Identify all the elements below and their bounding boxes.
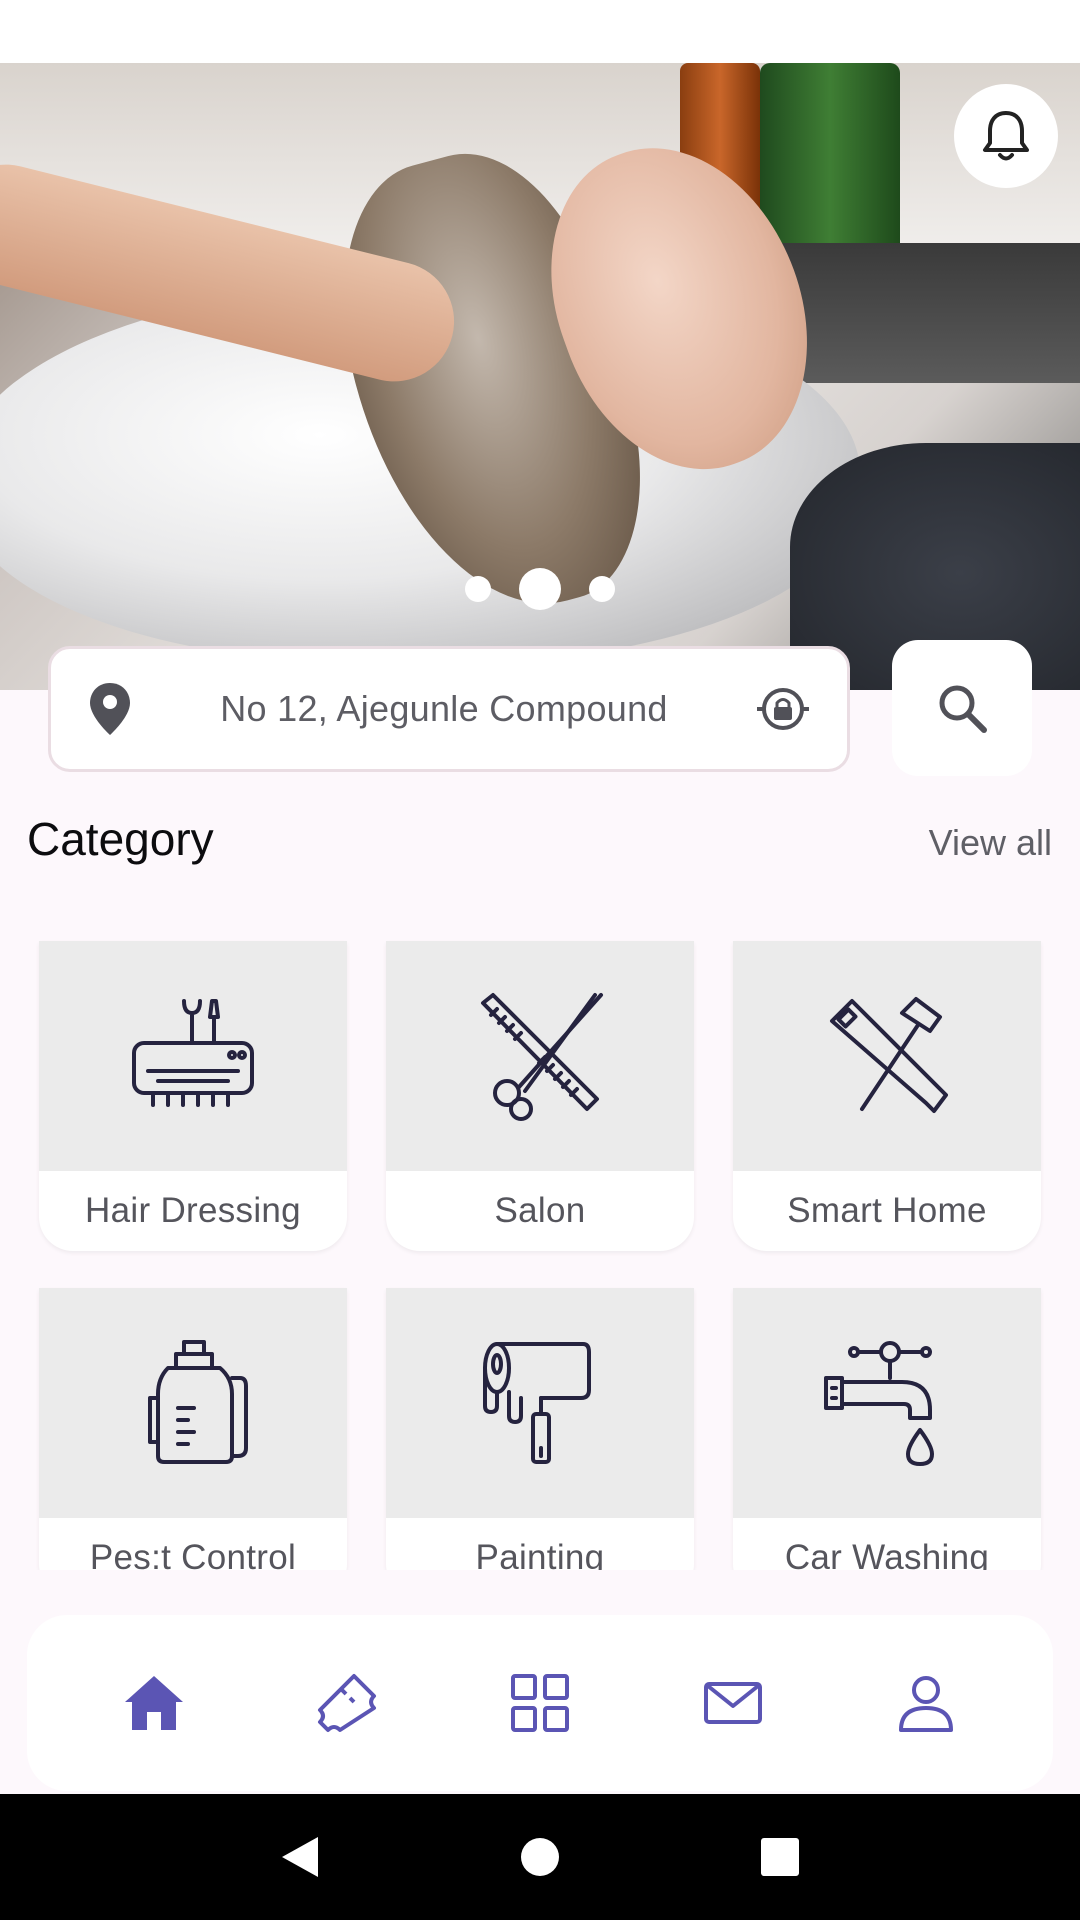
category-card-smart-home[interactable]: Smart Home xyxy=(733,941,1041,1251)
category-grid: Hair Dressing Salon Smart Home Pes:t Con… xyxy=(0,920,1080,1570)
back-button[interactable] xyxy=(260,1817,340,1897)
category-card-car-washing[interactable]: Car Washing xyxy=(733,1288,1041,1570)
category-label: Hair Dressing xyxy=(85,1191,301,1230)
location-pin-icon xyxy=(90,683,130,735)
ticket-icon xyxy=(317,1674,376,1732)
category-card-hair-dressing[interactable]: Hair Dressing xyxy=(39,941,347,1251)
location-address: No 12, Ajegunle Compound xyxy=(220,688,668,729)
carousel-indicator xyxy=(0,566,1080,612)
mail-icon xyxy=(704,1682,763,1724)
location-field[interactable]: No 12, Ajegunle Compound xyxy=(48,646,850,772)
bell-icon xyxy=(983,111,1029,161)
category-card-painting[interactable]: Painting xyxy=(386,1288,694,1570)
carousel-dot[interactable] xyxy=(465,576,491,602)
view-all-link[interactable]: View all xyxy=(929,822,1052,864)
sprayer-tank-icon xyxy=(148,1340,248,1464)
category-label: Car Washing xyxy=(784,1538,990,1570)
home-circle-icon xyxy=(521,1838,559,1876)
nav-categories[interactable] xyxy=(480,1643,600,1763)
search-button[interactable] xyxy=(892,640,1032,776)
category-label: Salon xyxy=(494,1191,586,1230)
locate-lock-icon[interactable] xyxy=(755,681,811,737)
recents-button[interactable] xyxy=(740,1817,820,1897)
carousel-dot-active[interactable] xyxy=(519,568,561,610)
category-label: Smart Home xyxy=(787,1191,987,1230)
category-card-salon[interactable]: Salon xyxy=(386,941,694,1251)
back-icon xyxy=(282,1837,318,1877)
category-image xyxy=(386,1288,694,1518)
notification-button[interactable] xyxy=(954,84,1058,188)
nav-profile[interactable] xyxy=(866,1643,986,1763)
profile-icon xyxy=(899,1676,954,1732)
category-image xyxy=(386,941,694,1171)
scissors-comb-icon xyxy=(481,993,603,1121)
paint-roller-icon xyxy=(483,1342,591,1464)
category-label: Pes:t Control xyxy=(89,1538,297,1570)
category-title: Category xyxy=(27,813,214,865)
category-card-pest-control[interactable]: Pes:t Control xyxy=(39,1288,347,1570)
category-image xyxy=(39,1288,347,1518)
category-image xyxy=(733,1288,1041,1518)
home-icon xyxy=(124,1676,183,1730)
status-bar xyxy=(0,0,1080,63)
saw-hammer-icon xyxy=(830,997,948,1113)
system-navigation-bar xyxy=(0,1794,1080,1920)
nav-tickets[interactable] xyxy=(287,1643,407,1763)
category-image xyxy=(733,941,1041,1171)
category-label: Painting xyxy=(475,1538,605,1570)
recents-icon xyxy=(761,1838,799,1876)
nav-home[interactable] xyxy=(94,1643,214,1763)
category-image xyxy=(39,941,347,1171)
grid-icon xyxy=(510,1674,569,1732)
nav-messages[interactable] xyxy=(673,1643,793,1763)
carousel-dot[interactable] xyxy=(589,576,615,602)
bottom-navigation xyxy=(27,1615,1053,1791)
air-conditioner-tools-icon xyxy=(132,999,254,1107)
water-tap-icon xyxy=(824,1341,934,1466)
search-icon xyxy=(939,685,987,733)
home-button[interactable] xyxy=(500,1817,580,1897)
